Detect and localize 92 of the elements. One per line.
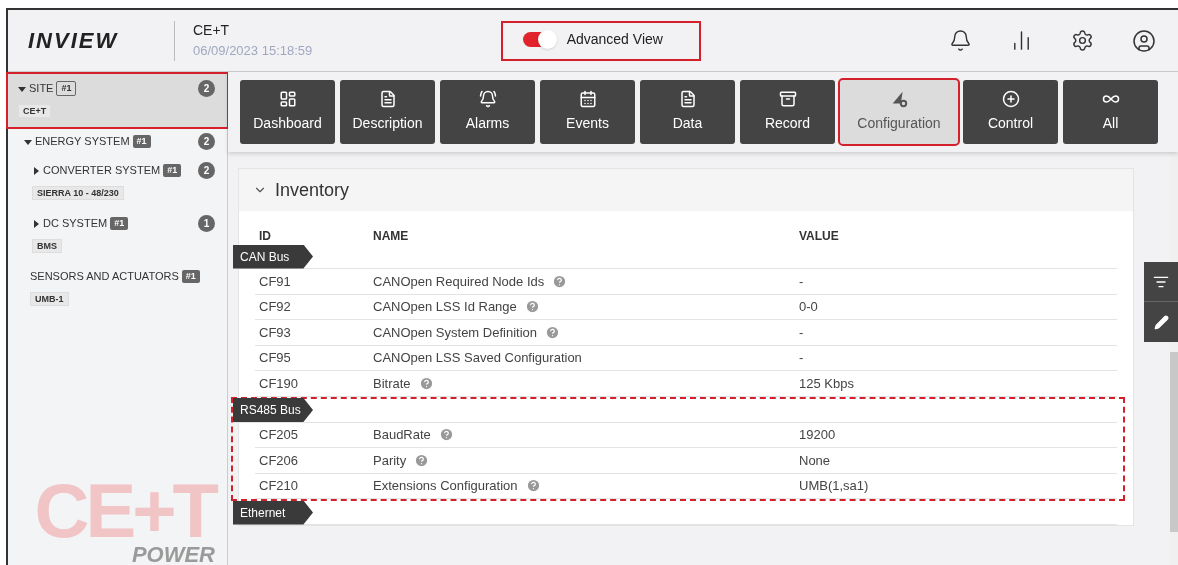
tree-label: SITE <box>29 81 54 97</box>
nav-tab[interactable]: All <box>1063 80 1158 144</box>
filter-button[interactable] <box>1144 262 1178 302</box>
help-icon[interactable] <box>525 478 541 494</box>
tree-item[interactable]: SENSORS AND ACTUATORS #1 UMB-1 <box>8 262 227 315</box>
advanced-view-toggle[interactable]: Advanced View <box>500 20 701 61</box>
settings-icon[interactable] <box>1071 29 1094 52</box>
table-cell-text: CANOpen LSS Id Range <box>373 298 517 316</box>
group-label: Ethernet <box>233 500 313 525</box>
tree-item[interactable]: ENERGY SYSTEM #1 2 <box>8 127 227 156</box>
tree-sublabel: CE+T <box>18 104 52 118</box>
group-label: RS485 Bus <box>233 398 313 422</box>
tree-sublabel: SIERRA 10 - 48/230 <box>32 186 124 200</box>
column-header: NAME <box>373 228 410 245</box>
table-cell-text: CF210 <box>258 477 300 495</box>
caret-right-icon[interactable] <box>32 219 40 228</box>
table-cell-text: 0-0 <box>799 298 818 316</box>
tree-label: CONVERTER SYSTEM <box>43 163 161 179</box>
tree-tag: #1 <box>163 164 182 177</box>
table-cell-text: Parity <box>373 451 407 470</box>
tree-label: DC SYSTEM <box>43 216 108 232</box>
table-cell-text: None <box>799 451 831 470</box>
group-label: CAN Bus <box>233 244 313 269</box>
nav-tab[interactable]: Data <box>640 80 735 144</box>
table-cell-text: Extensions Configuration <box>373 477 518 495</box>
panel-header[interactable]: Inventory <box>239 169 1133 211</box>
table-cell-text: Bitrate <box>373 374 411 393</box>
table-cell-text: CANOpen Required Node Ids <box>373 272 545 291</box>
caret-down-icon[interactable] <box>18 84 26 93</box>
table-cell-text: CF95 <box>258 349 292 367</box>
tree-label: SENSORS AND ACTUATORS <box>30 269 179 284</box>
count-badge: 2 <box>198 162 215 179</box>
tree-label: ENERGY SYSTEM <box>35 134 130 150</box>
help-icon[interactable] <box>438 427 454 443</box>
help-icon[interactable] <box>414 452 430 468</box>
help-icon[interactable] <box>552 273 568 289</box>
column-header: ID <box>258 228 272 245</box>
table-cell-text: BaudRate <box>373 426 431 444</box>
column-header: VALUE <box>799 228 839 245</box>
table-cell-text: CANOpen System Definition <box>373 323 537 342</box>
tree-item[interactable]: CONVERTER SYSTEM #1 2 SIERRA 10 - 48/230 <box>8 156 227 209</box>
caret-down-icon[interactable] <box>24 137 32 146</box>
nav-tab[interactable]: Alarms <box>440 80 535 144</box>
table-cell-text: 19200 <box>799 426 836 444</box>
nav-tab[interactable]: Control <box>963 80 1058 144</box>
table-cell-text: CF190 <box>258 374 300 393</box>
tree-sublabel: BMS <box>32 239 62 253</box>
scrollbar-thumb[interactable] <box>1170 352 1178 532</box>
help-icon[interactable] <box>545 324 560 340</box>
count-badge: 2 <box>198 80 215 97</box>
document-icon <box>378 90 397 108</box>
dashboard-icon <box>278 90 297 108</box>
table-cell-text: CF92 <box>258 298 292 316</box>
document-icon <box>678 90 697 108</box>
tree-tag: #1 <box>181 269 200 283</box>
help-icon[interactable] <box>418 375 434 391</box>
plus-circle-icon <box>1001 90 1020 108</box>
app-logo: INVIEW <box>28 28 119 53</box>
bell-icon[interactable] <box>949 29 972 52</box>
tree-tag: #1 <box>132 135 151 148</box>
table-cell-text: UMB(1,sa1) <box>799 477 869 495</box>
site-name: CE+T <box>193 21 231 41</box>
calendar-icon <box>578 90 597 108</box>
tree-sublabel: UMB-1 <box>30 291 69 306</box>
table-cell-text: 125 Kbps <box>799 374 854 393</box>
count-badge: 2 <box>198 133 215 150</box>
nav-tab[interactable]: Description <box>340 80 435 144</box>
tree-item[interactable]: SITE #1 2 CE+T <box>8 74 227 127</box>
datetime: 06/09/2023 15:18:59 <box>193 42 313 61</box>
count-badge: 1 <box>198 215 215 232</box>
pencil-icon <box>1153 314 1169 330</box>
table-cell-text: CF93 <box>258 323 292 342</box>
help-icon[interactable] <box>524 299 540 315</box>
user-icon[interactable] <box>1132 28 1156 53</box>
edit-button[interactable] <box>1144 302 1178 342</box>
table-cell-text: - <box>799 272 804 291</box>
nav-tab[interactable]: Dashboard <box>240 80 335 144</box>
table-cell-text: CF205 <box>258 426 300 444</box>
table-cell-text: - <box>799 349 804 367</box>
nav-tab[interactable]: Record <box>740 80 835 144</box>
table-cell-text: CF206 <box>258 451 300 470</box>
tree-item[interactable]: DC SYSTEM #1 1 BMS <box>8 209 227 262</box>
tree-tag: #1 <box>110 217 129 230</box>
bell-icon <box>478 90 497 108</box>
archive-icon <box>778 90 797 108</box>
table-cell-text: CANOpen LSS Saved Configuration <box>373 349 582 367</box>
table-cell-text: - <box>799 323 804 342</box>
table-cell-text: CF91 <box>258 272 292 291</box>
nav-tab[interactable]: Events <box>540 80 635 144</box>
tree-tag: #1 <box>56 81 77 96</box>
nav-tab[interactable]: Configuration <box>840 80 958 144</box>
caret-right-icon[interactable] <box>32 166 40 175</box>
